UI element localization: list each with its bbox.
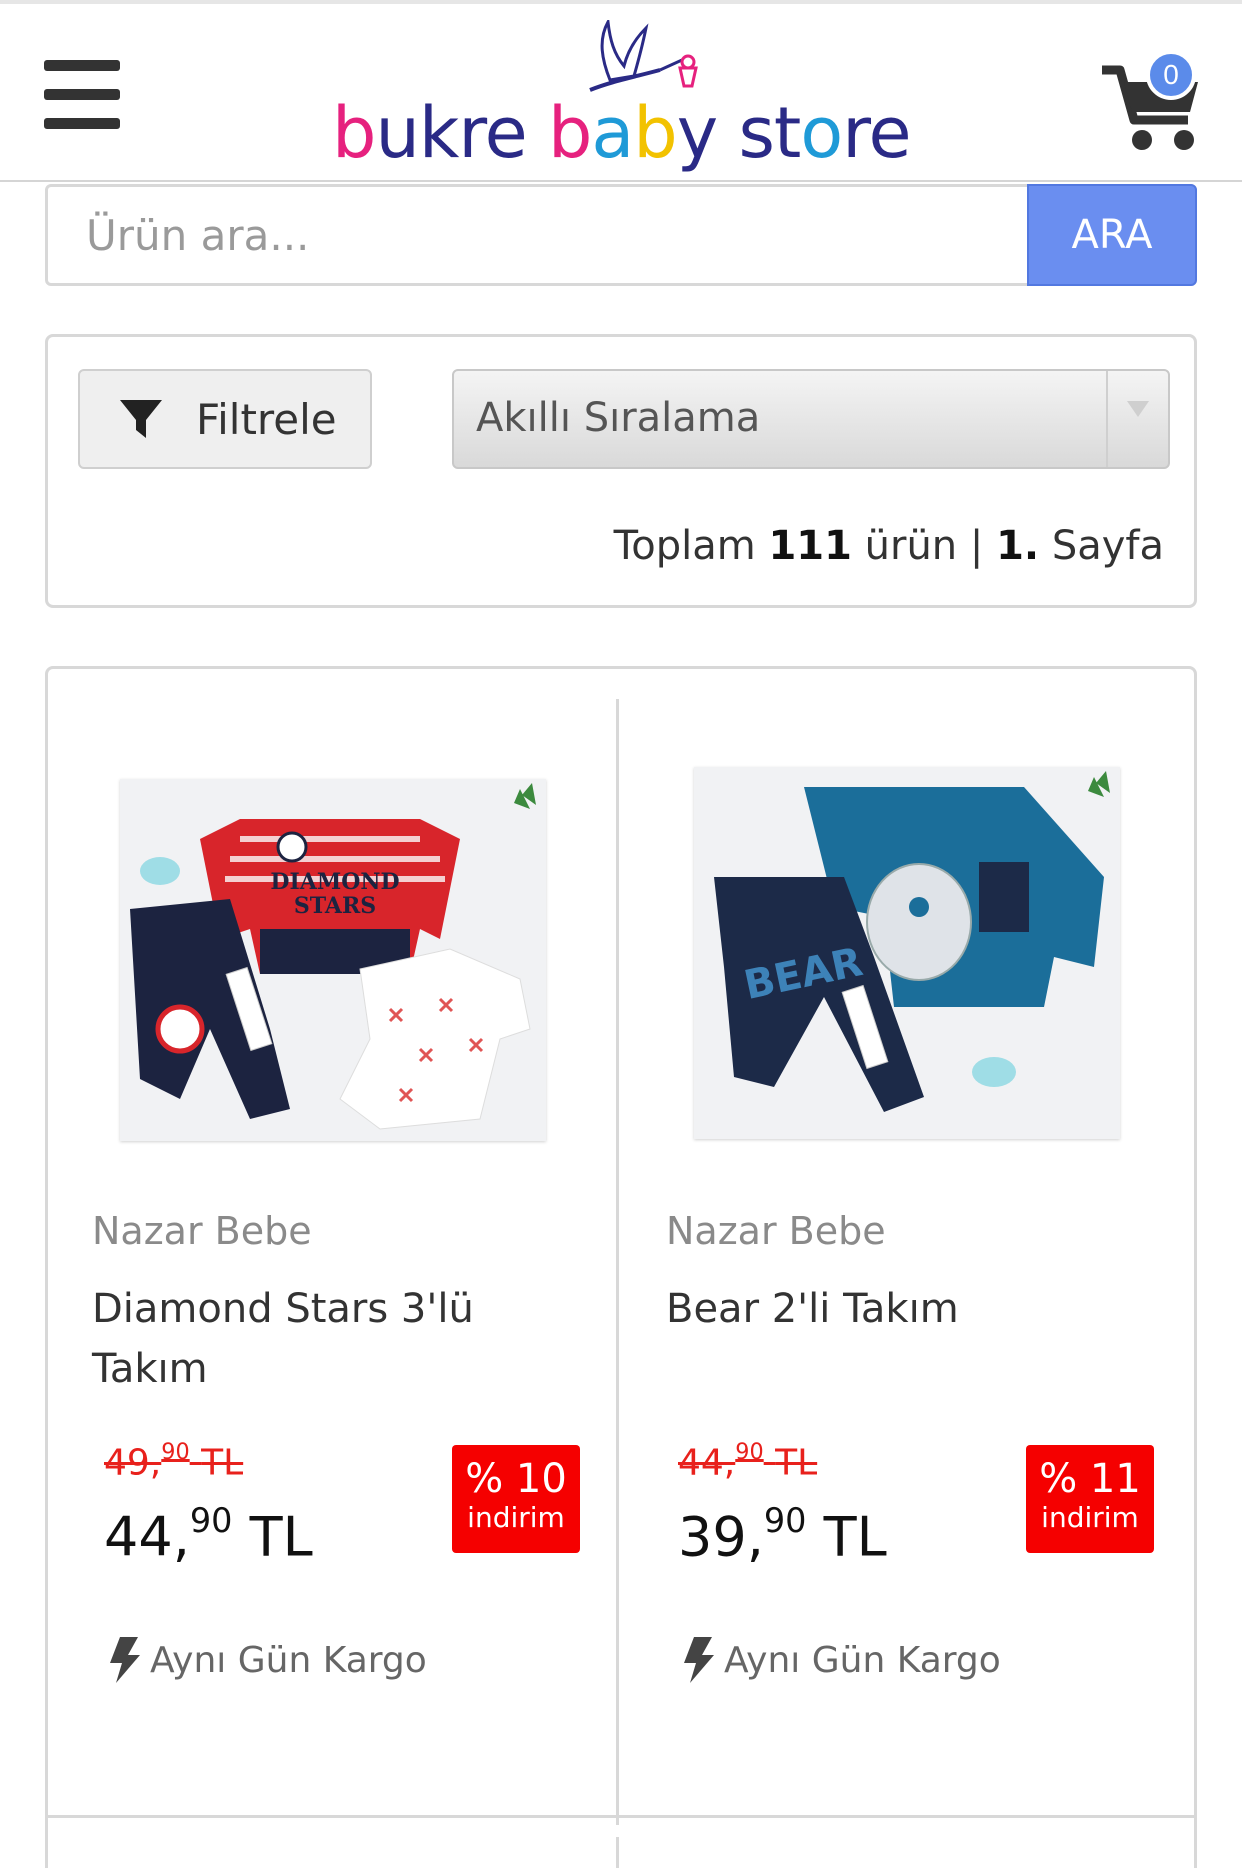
product-brand: Nazar Bebe [92, 1209, 312, 1253]
old-price: 44,90 TL [678, 1439, 818, 1484]
product-photo-diamond-stars: DIAMOND STARS [120, 779, 546, 1141]
discount-badge: % 10 indirim [452, 1445, 580, 1553]
shipping-info: Aynı Gün Kargo [682, 1637, 1001, 1683]
product-card[interactable]: BEAR Nazar Bebe Bear 2'li Takım 44,90 TL… [622, 669, 1194, 1809]
old-price: 49,90 TL [104, 1439, 244, 1484]
chevron-down-icon [1106, 371, 1168, 467]
search-input[interactable] [48, 187, 1032, 283]
product-grid: DIAMOND STARS Nazar Bebe Diamond Stars 3… [45, 666, 1197, 1868]
image-text-1: DIAMOND [270, 869, 399, 895]
filter-button[interactable]: Filtrele [78, 369, 372, 469]
total-count: 111 [768, 523, 852, 569]
logo-word-2: baby [547, 92, 718, 174]
search-bar: ARA [45, 184, 1197, 286]
filter-funnel-icon [120, 400, 162, 438]
page-number: 1. [996, 523, 1040, 569]
logo-wordmark: bukre baby store [332, 98, 912, 168]
product-image[interactable]: BEAR [694, 767, 1120, 1139]
logo-word-3: store [738, 92, 911, 174]
page-suffix: Sayfa [1051, 523, 1164, 569]
total-prefix: Toplam [613, 523, 756, 569]
shipping-label: Aynı Gün Kargo [724, 1639, 1001, 1681]
total-mid: ürün | [864, 523, 984, 569]
discount-label: indirim [467, 1501, 565, 1534]
product-photo-bear: BEAR [694, 767, 1120, 1139]
column-divider [616, 1837, 619, 1868]
product-name[interactable]: Bear 2'li Takım [666, 1279, 1136, 1339]
bolt-icon [110, 1637, 140, 1683]
product-image[interactable]: DIAMOND STARS [120, 779, 546, 1141]
current-price: 39,90 TL [678, 1501, 887, 1569]
filter-panel: Filtrele Akıllı Sıralama Toplam 111 ürün… [45, 334, 1197, 608]
discount-percent: % 10 [465, 1456, 567, 1502]
sort-select-value: Akıllı Sıralama [476, 395, 761, 441]
row-divider [48, 1815, 1194, 1818]
product-brand: Nazar Bebe [666, 1209, 886, 1253]
product-card[interactable]: DIAMOND STARS Nazar Bebe Diamond Stars 3… [48, 669, 620, 1809]
cart-button[interactable]: 0 [1098, 50, 1208, 156]
site-logo[interactable]: bukre baby store [320, 20, 920, 170]
shipping-info: Aynı Gün Kargo [108, 1637, 427, 1683]
sort-select[interactable]: Akıllı Sıralama [452, 369, 1170, 469]
filter-button-label: Filtrele [196, 394, 337, 444]
shipping-label: Aynı Gün Kargo [150, 1639, 427, 1681]
menu-icon[interactable] [44, 60, 120, 130]
current-price: 44,90 TL [104, 1501, 313, 1569]
discount-badge: % 11 indirim [1026, 1445, 1154, 1553]
image-text-2: STARS [294, 893, 376, 919]
discount-percent: % 11 [1039, 1456, 1141, 1502]
discount-label: indirim [1041, 1501, 1139, 1534]
product-name[interactable]: Diamond Stars 3'lü Takım [92, 1279, 562, 1399]
search-button[interactable]: ARA [1027, 184, 1197, 286]
bolt-icon [684, 1637, 714, 1683]
cart-count-badge: 0 [1146, 50, 1196, 100]
site-header: bukre baby store 0 [0, 0, 1242, 182]
result-summary: Toplam 111 ürün | 1. Sayfa [614, 523, 1164, 569]
logo-word-1: bukre [332, 92, 528, 174]
